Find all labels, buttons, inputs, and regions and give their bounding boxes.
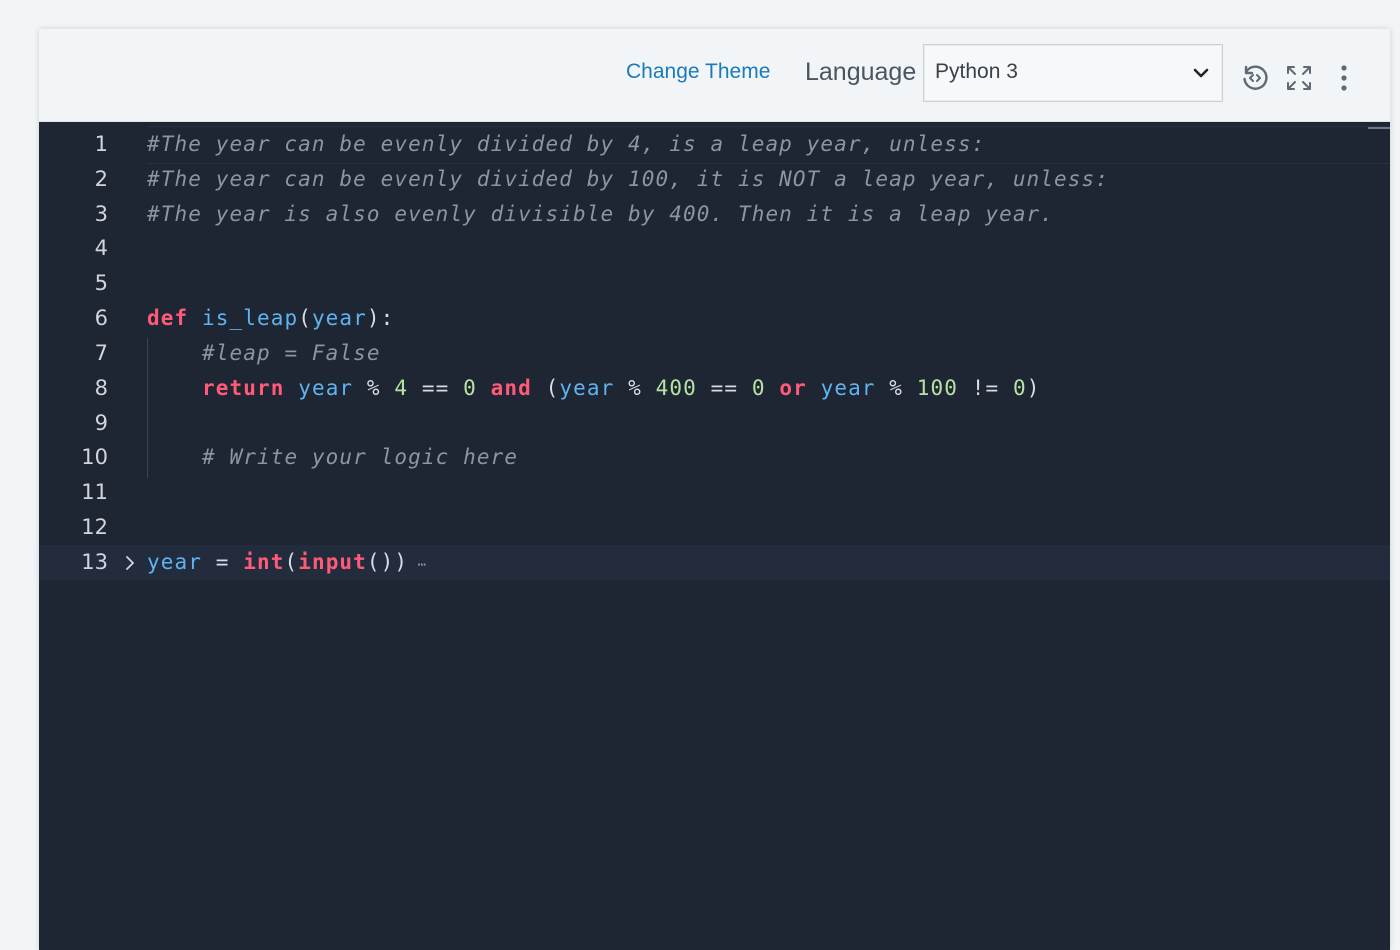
language-select[interactable]: Python 3: [923, 44, 1223, 102]
language-select-value: Python 3: [935, 60, 1018, 83]
line-number: 11: [81, 480, 108, 504]
code-text: year = int(input()) ⋯: [147, 545, 427, 583]
code-token: %: [353, 376, 395, 400]
code-token: year: [820, 376, 876, 400]
code-token: 0: [1013, 376, 1027, 400]
chevron-down-icon: [1193, 68, 1209, 78]
code-token: =: [201, 550, 244, 574]
code-text: # Write your logic here: [147, 440, 518, 475]
code-token: is_leap: [201, 306, 299, 330]
line-number: 12: [81, 515, 108, 539]
code-line[interactable]: 5: [39, 266, 1390, 301]
fold-ellipsis[interactable]: ⋯: [408, 557, 427, 573]
code-token: return: [201, 376, 285, 400]
code-token: ()): [366, 550, 409, 574]
code-token: #The year can be evenly divided by 4, is…: [147, 132, 986, 156]
line-number: 10: [81, 445, 108, 469]
code-line[interactable]: 13 year = int(input()) ⋯: [39, 545, 1390, 580]
code-token: ==: [408, 376, 464, 400]
code-line[interactable]: 12: [39, 510, 1390, 545]
code-token: 4: [394, 376, 409, 400]
code-text: def is_leap(year):: [147, 301, 394, 336]
line-number: 6: [94, 306, 108, 330]
restore-icon[interactable]: [1240, 63, 1270, 93]
code-token: # Write your logic here: [201, 445, 519, 469]
code-token: %: [614, 376, 656, 400]
code-token: and: [490, 376, 532, 400]
code-token: (: [284, 550, 299, 574]
code-line[interactable]: 8 return year % 4 == 0 and (year % 400 =…: [39, 371, 1390, 406]
code-token: year: [147, 550, 202, 574]
editor-toolbar: Change Theme Language Python 3: [39, 29, 1390, 122]
code-line[interactable]: 9: [39, 406, 1390, 441]
code-line[interactable]: 1 #The year can be evenly divided by 4, i…: [39, 127, 1390, 162]
code-line[interactable]: 2 #The year can be evenly divided by 100,…: [39, 162, 1390, 197]
code-line[interactable]: 11: [39, 475, 1390, 510]
code-token: ):: [366, 306, 395, 330]
code-editor-panel: Change Theme Language Python 3 1 #The ye…: [39, 29, 1390, 950]
line-number: 8: [94, 376, 108, 400]
code-token: %: [875, 376, 917, 400]
code-token: (: [531, 376, 560, 400]
code-text: #The year can be evenly divided by 4, is…: [147, 127, 985, 162]
code-token: 100: [916, 376, 959, 400]
code-token: year: [298, 376, 354, 400]
code-token: ==: [696, 376, 752, 400]
line-number: 4: [94, 236, 108, 260]
line-number: 3: [94, 202, 108, 226]
code-token: or: [779, 376, 807, 400]
code-token: 400: [655, 376, 697, 400]
code-token: 0: [463, 376, 477, 400]
more-vertical-icon[interactable]: [1331, 63, 1357, 93]
code-text: return year % 4 == 0 and (year % 400 == …: [147, 371, 1041, 406]
fold-chevron-icon[interactable]: [123, 554, 137, 572]
code-text: #leap = False: [147, 336, 381, 371]
code-token: int: [243, 550, 285, 574]
code-token: (: [298, 306, 312, 330]
code-token: input: [298, 550, 367, 574]
code-line[interactable]: 6 def is_leap(year):: [39, 301, 1390, 336]
code-token: !=: [958, 376, 1014, 400]
code-text: #The year is also evenly divisible by 40…: [147, 197, 1054, 232]
code-line[interactable]: 3 #The year is also evenly divisible by 4…: [39, 197, 1390, 232]
code-token: ): [1026, 376, 1041, 400]
change-theme-link[interactable]: Change Theme: [626, 60, 770, 84]
code-token: year: [559, 376, 615, 400]
line-number: 13: [81, 550, 108, 574]
line-number: 9: [94, 411, 108, 435]
code-token: #The year is also evenly divisible by 40…: [147, 202, 1055, 226]
code-area[interactable]: 1 #The year can be evenly divided by 4, i…: [39, 122, 1390, 950]
language-label: Language: [805, 58, 917, 86]
code-token: #The year can be evenly divided by 100, …: [147, 167, 1110, 191]
fullscreen-icon[interactable]: [1285, 64, 1313, 92]
line-number: 7: [94, 341, 108, 365]
code-token: year: [311, 306, 367, 330]
code-token: def: [147, 306, 189, 330]
code-text: #The year can be evenly divided by 100, …: [147, 162, 1109, 197]
line-number: 1: [94, 132, 108, 156]
line-number: 5: [94, 271, 108, 295]
line-number: 2: [94, 167, 108, 191]
code-line[interactable]: 4: [39, 231, 1390, 266]
code-line[interactable]: 10 # Write your logic here: [39, 440, 1390, 475]
code-token: 0: [751, 376, 766, 400]
code-token: #leap = False: [201, 341, 381, 365]
code-line[interactable]: 7 #leap = False: [39, 336, 1390, 371]
